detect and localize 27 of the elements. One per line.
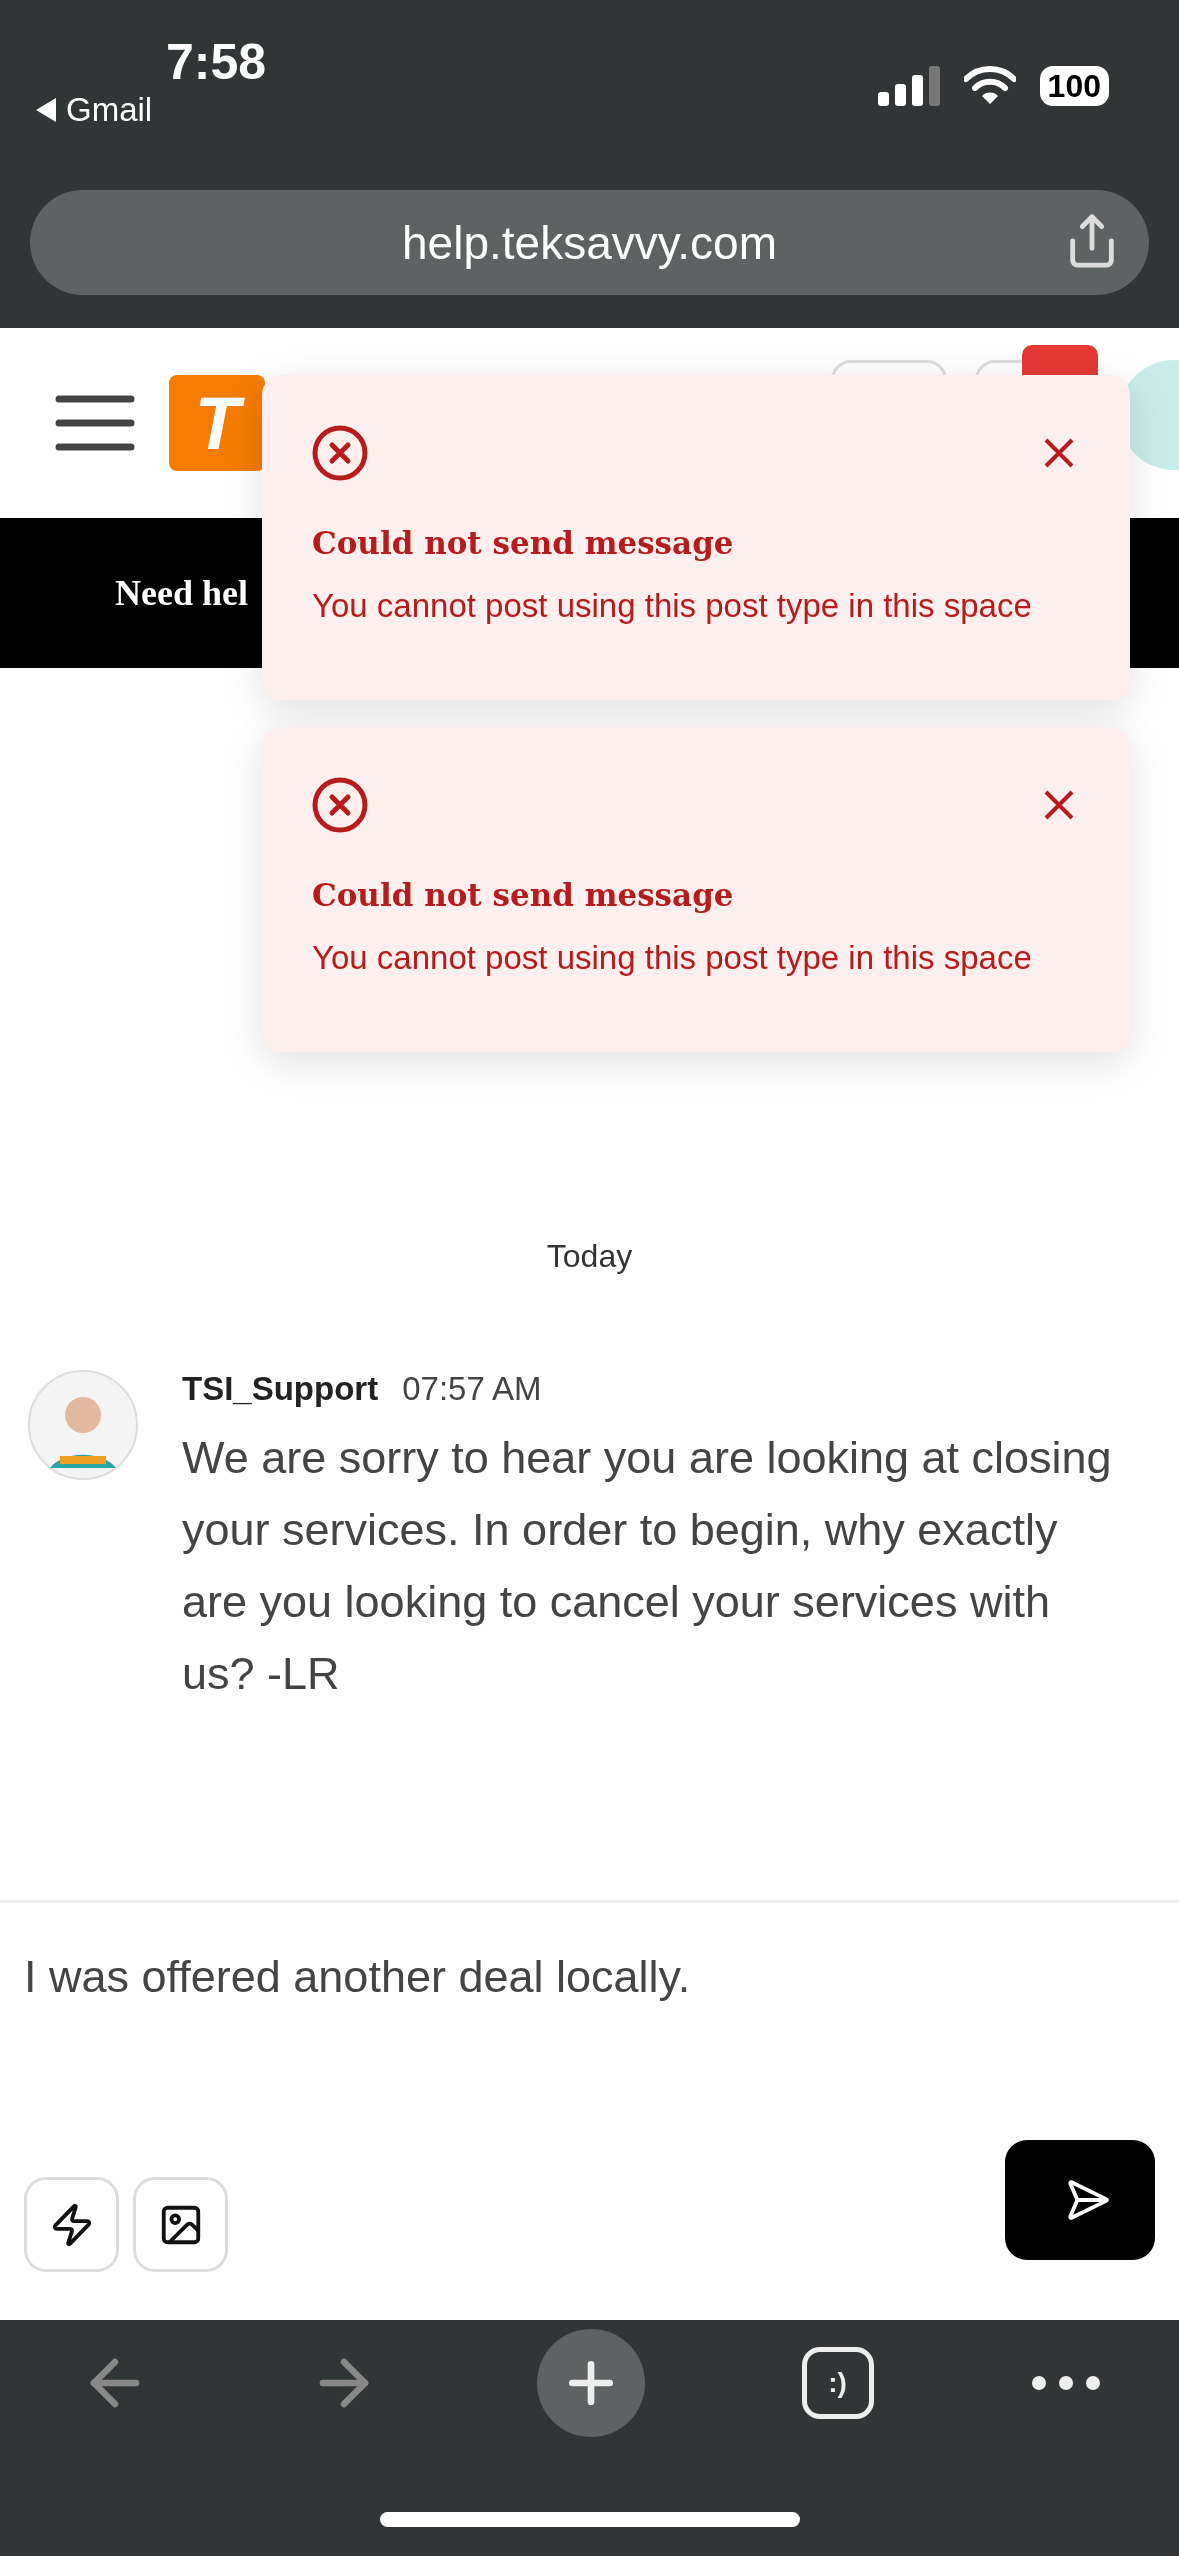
close-icon[interactable] bbox=[1042, 788, 1076, 822]
author-name: TSI_Support bbox=[182, 1370, 379, 1408]
toast-title: Could not send message bbox=[312, 524, 735, 563]
banner-text: Need hel bbox=[115, 572, 248, 614]
battery-level: 100 bbox=[1039, 66, 1109, 106]
error-icon bbox=[312, 777, 368, 833]
toast-title: Could not send message bbox=[312, 876, 735, 915]
close-icon[interactable] bbox=[1042, 436, 1076, 470]
clock: 7:58 bbox=[166, 34, 267, 90]
message-input[interactable]: I was offered another deal locally. bbox=[24, 1951, 1155, 2003]
tabs-button[interactable]: :) bbox=[801, 2347, 874, 2419]
message-text: We are sorry to hear you are looking at closing your services. In order to begin, why exactly are you looking to cancel your services with us? -LR bbox=[182, 1431, 1113, 1701]
more-icon[interactable] bbox=[1030, 2375, 1101, 2391]
menu-icon[interactable] bbox=[55, 393, 135, 453]
lightning-icon[interactable] bbox=[24, 2177, 119, 2272]
error-icon bbox=[312, 425, 368, 481]
send-button[interactable] bbox=[1005, 2140, 1155, 2260]
address-bar[interactable]: help.teksavvy.com bbox=[30, 190, 1149, 295]
back-to-app-link[interactable]: Gmail bbox=[36, 90, 153, 130]
toast-message: You cannot post using this post type in this space bbox=[312, 586, 1033, 626]
toast-message: You cannot post using this post type in this space bbox=[312, 938, 1033, 978]
image-icon[interactable] bbox=[133, 2177, 228, 2272]
wifi-icon bbox=[963, 66, 1016, 106]
date-divider: Today bbox=[546, 1238, 633, 1275]
message-time: 07:57 AM bbox=[402, 1370, 542, 1408]
signal-icon bbox=[877, 66, 940, 106]
url-text: help.teksavvy.com bbox=[402, 215, 777, 270]
